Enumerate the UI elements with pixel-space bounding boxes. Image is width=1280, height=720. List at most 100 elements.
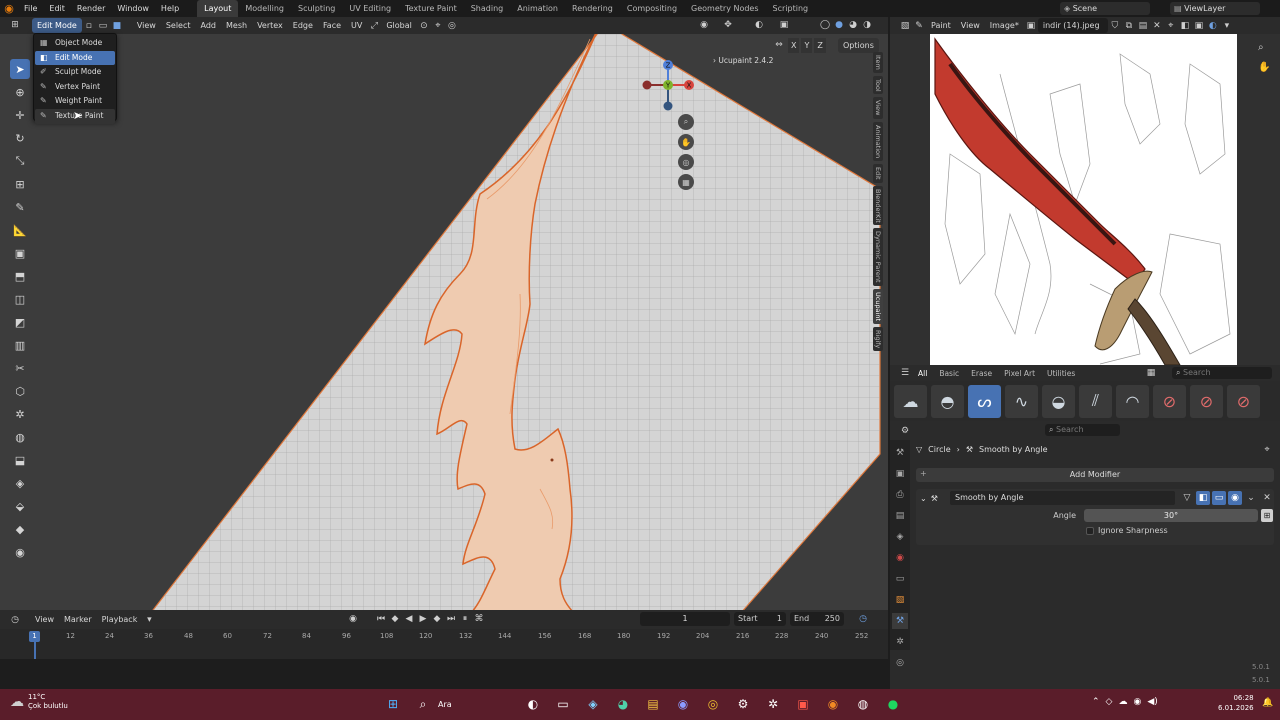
mode-sculpt[interactable]: ✐ Sculpt Mode <box>35 65 115 80</box>
angle-slider[interactable]: 30° <box>1084 509 1258 522</box>
pan-hand-icon[interactable]: ✋ <box>678 134 694 150</box>
clock-icon[interactable]: ◷ <box>856 612 870 626</box>
angle-node-icon[interactable]: ⊞ <box>1261 509 1273 522</box>
menu-edit[interactable]: Edit <box>43 0 71 17</box>
scene-tab-icon[interactable]: ◈ <box>892 529 908 545</box>
camera-icon[interactable]: ◎ <box>678 154 694 170</box>
properties-search-input[interactable]: ⌕ Search <box>1045 424 1120 436</box>
brush-pencil-icon[interactable]: ∿ <box>1005 384 1038 418</box>
spotify-icon[interactable]: ● <box>882 693 904 715</box>
transform-orientation-dropdown[interactable]: Global <box>381 18 417 33</box>
taskbar-search-icon[interactable]: ⌕ <box>412 693 434 715</box>
blender-logo-icon[interactable]: ◉ <box>0 0 18 17</box>
edge-slide-tool-icon[interactable]: ⬓ <box>10 450 30 470</box>
brush-blur-icon[interactable]: ◓ <box>931 384 964 418</box>
taskbar-search-label[interactable]: Ara <box>438 700 518 709</box>
timeline-track[interactable]: 1 12 24 36 48 60 72 84 96 108 120 132 14… <box>0 629 888 659</box>
open-image-icon[interactable]: ▤ <box>1136 19 1150 33</box>
shading-solid-icon[interactable]: ● <box>832 18 846 32</box>
render-tab-icon[interactable]: ▣ <box>892 466 908 482</box>
physics-tab-icon[interactable]: ◎ <box>892 655 908 671</box>
rip-tool-icon[interactable]: ◆ <box>10 519 30 539</box>
inset-tool-icon[interactable]: ◫ <box>10 289 30 309</box>
brush-erase-soft-icon[interactable]: ⊘ <box>1190 384 1223 418</box>
mode-object[interactable]: ▦ Object Mode <box>35 36 115 51</box>
axis-x-toggle[interactable]: X <box>788 38 800 53</box>
brush-airbrush-icon[interactable]: ☁ <box>894 384 927 418</box>
timeline-menu-marker[interactable]: Marker <box>59 612 97 627</box>
image-editor-canvas[interactable]: ⌕ ✋ <box>890 34 1280 365</box>
mode-weight-paint[interactable]: ✎ Weight Paint <box>35 94 115 109</box>
gizmo-toggle-icon[interactable]: ✥ <box>721 18 735 32</box>
modifier-delete-icon[interactable]: ✕ <box>1260 491 1274 505</box>
workspace-tab-uv-editing[interactable]: UV Editing <box>342 0 398 17</box>
image-pan-icon[interactable]: ✋ <box>1258 62 1270 73</box>
measure-tool-icon[interactable]: 📐 <box>10 220 30 240</box>
image-zoom-icon[interactable]: ⌕ <box>1258 42 1264 53</box>
brush-tab-all[interactable]: All <box>912 369 933 378</box>
particles-tab-icon[interactable]: ✲ <box>892 634 908 650</box>
sphere-tool-icon[interactable]: ◉ <box>10 542 30 562</box>
shading-material-icon[interactable]: ◕ <box>846 18 860 32</box>
timeline-menu-playback[interactable]: Playback <box>97 612 143 627</box>
annotate-tool-icon[interactable]: ✎ <box>10 197 30 217</box>
pin-icon[interactable]: ⌖ <box>1164 19 1178 33</box>
keying-set-icon[interactable]: ⌘ <box>472 612 486 626</box>
modifier-header[interactable]: ⌄ ⚒ Smooth by Angle ▽ ◧ ▭ ◉ ⌄ ✕ ⌖ <box>920 491 1271 505</box>
playhead-frame-badge[interactable]: 1 <box>29 631 40 642</box>
fake-user-icon[interactable]: ⛉ <box>1108 19 1122 33</box>
workspace-tab-modelling[interactable]: Modelling <box>238 0 291 17</box>
knife-tool-icon[interactable]: ✂ <box>10 358 30 378</box>
brush-search-input[interactable]: ⌕ Search <box>1172 367 1272 379</box>
current-frame-field[interactable]: 1 <box>640 612 730 626</box>
shading-rendered-icon[interactable]: ◑ <box>860 18 874 32</box>
xray-toggle-icon[interactable]: ▣ <box>777 18 791 32</box>
menu-uv[interactable]: UV <box>346 18 367 33</box>
viewport-toggle-icon[interactable]: ▭ <box>1212 491 1226 505</box>
edge-browser-icon[interactable]: ◕ <box>612 693 634 715</box>
image-gizmo-icon[interactable]: ▣ <box>1192 19 1206 33</box>
shrink-tool-icon[interactable]: ◈ <box>10 473 30 493</box>
image-mode-dropdown[interactable]: Paint <box>926 18 956 33</box>
brush-smear-icon[interactable]: ◒ <box>1042 384 1075 418</box>
blender-taskbar-icon[interactable]: ◉ <box>822 693 844 715</box>
mode-edit[interactable]: ◧ Edit Mode <box>35 50 115 66</box>
scale-tool-icon[interactable]: ⤡ <box>10 151 30 171</box>
sidebar-tab-ucupaint[interactable]: Ucupaint <box>873 288 883 325</box>
windows-start-icon[interactable]: ⊞ <box>382 693 404 715</box>
sidebar-tab-dynamic-parent[interactable]: Dynamic Parent <box>873 228 883 286</box>
ignore-sharpness-checkbox[interactable] <box>1086 527 1094 535</box>
properties-editor-icon[interactable]: ⚙ <box>898 424 912 438</box>
sidebar-tab-view[interactable]: View <box>873 97 883 119</box>
modifiers-tab-icon[interactable]: ⚒ <box>892 613 908 629</box>
chrome-icon[interactable]: ◎ <box>702 693 724 715</box>
sidebar-tab-blenderkit[interactable]: BlenderKit <box>873 185 883 226</box>
brush-tab-basic[interactable]: Basic <box>933 369 965 378</box>
onedrive-icon[interactable]: ☁ <box>1118 697 1127 707</box>
asset-menu-icon[interactable]: ☰ <box>898 366 912 380</box>
timeline-editor-icon[interactable]: ◷ <box>8 613 22 627</box>
loop-cut-tool-icon[interactable]: ▥ <box>10 335 30 355</box>
jump-start-icon[interactable]: ⏮ <box>374 612 388 626</box>
brush-tab-erase[interactable]: Erase <box>965 369 998 378</box>
rotate-tool-icon[interactable]: ↻ <box>10 128 30 148</box>
menu-mesh[interactable]: Mesh <box>221 18 252 33</box>
view-layer-tab-icon[interactable]: ▤ <box>892 508 908 524</box>
render-toggle-icon[interactable]: ◉ <box>1228 491 1242 505</box>
auto-keying-icon[interactable]: ◉ <box>346 612 360 626</box>
extrude-tool-icon[interactable]: ⬒ <box>10 266 30 286</box>
workspace-tab-rendering[interactable]: Rendering <box>565 0 620 17</box>
move-tool-icon[interactable]: ✛ <box>10 105 30 125</box>
obs-icon[interactable]: ◍ <box>852 693 874 715</box>
view-layer-selector[interactable]: ▤ ViewLayer <box>1170 2 1260 15</box>
object-tab-icon[interactable]: ▧ <box>892 592 908 608</box>
shading-wireframe-icon[interactable]: ◯ <box>818 18 832 32</box>
collapse-icon[interactable]: ⌄ <box>920 494 927 503</box>
smooth-tool-icon[interactable]: ◍ <box>10 427 30 447</box>
timeline-menu-view[interactable]: View <box>30 612 59 627</box>
pause-icon[interactable]: ⏸ <box>458 612 472 626</box>
workspace-tab-compositing[interactable]: Compositing <box>620 0 684 17</box>
cursor-tool-icon[interactable]: ⊕ <box>10 82 30 102</box>
modifier-dropdown-icon[interactable]: ⌄ <box>1244 491 1258 505</box>
image-name-field[interactable]: indir (14).jpeg <box>1037 18 1108 33</box>
